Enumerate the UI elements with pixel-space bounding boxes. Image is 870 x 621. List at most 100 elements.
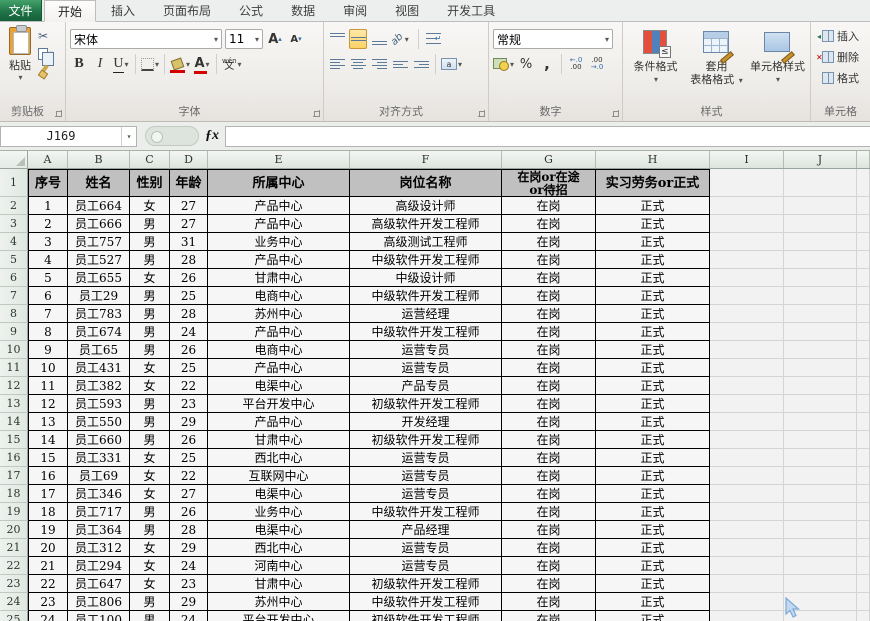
cell[interactable]: 产品中心 bbox=[208, 251, 350, 269]
empty-cell[interactable] bbox=[710, 323, 784, 341]
cell[interactable]: 女 bbox=[130, 575, 170, 593]
cell[interactable]: 运营专员 bbox=[350, 539, 502, 557]
increase-indent-button[interactable] bbox=[412, 54, 430, 74]
empty-cell[interactable] bbox=[784, 449, 857, 467]
empty-cell[interactable] bbox=[857, 233, 870, 251]
cell[interactable]: 29 bbox=[170, 413, 208, 431]
cell[interactable]: 男 bbox=[130, 287, 170, 305]
cell[interactable]: 21 bbox=[28, 557, 68, 575]
empty-cell[interactable] bbox=[784, 341, 857, 359]
cell[interactable]: 员工312 bbox=[68, 539, 130, 557]
cell[interactable]: 9 bbox=[28, 341, 68, 359]
cell[interactable]: 女 bbox=[130, 539, 170, 557]
cell[interactable]: 5 bbox=[28, 269, 68, 287]
cell[interactable]: 初级软件开发工程师 bbox=[350, 575, 502, 593]
empty-cell[interactable] bbox=[857, 341, 870, 359]
empty-cell[interactable] bbox=[710, 287, 784, 305]
empty-cell[interactable] bbox=[857, 251, 870, 269]
cell[interactable]: 运营专员 bbox=[350, 359, 502, 377]
cell[interactable]: 男 bbox=[130, 233, 170, 251]
cell[interactable]: 20 bbox=[28, 539, 68, 557]
cell[interactable]: 27 bbox=[170, 485, 208, 503]
column-header-I[interactable]: I bbox=[710, 151, 784, 168]
empty-cell[interactable] bbox=[784, 539, 857, 557]
cell[interactable]: 业务中心 bbox=[208, 503, 350, 521]
row-header-2[interactable]: 2 bbox=[0, 197, 28, 215]
name-box[interactable]: J169 ▾ bbox=[0, 126, 137, 147]
cell[interactable]: 男 bbox=[130, 611, 170, 621]
underline-button[interactable]: U▾ bbox=[112, 54, 130, 74]
name-box-dropdown-icon[interactable]: ▾ bbox=[121, 127, 136, 146]
cell[interactable]: 正式 bbox=[596, 593, 710, 611]
cell[interactable]: 25 bbox=[170, 449, 208, 467]
cell[interactable]: 产品经理 bbox=[350, 521, 502, 539]
cell[interactable]: 14 bbox=[28, 431, 68, 449]
empty-cell[interactable] bbox=[784, 413, 857, 431]
tab-页面布局[interactable]: 页面布局 bbox=[150, 0, 224, 21]
empty-cell[interactable] bbox=[857, 575, 870, 593]
empty-cell[interactable] bbox=[857, 467, 870, 485]
column-header-D[interactable]: D bbox=[170, 151, 208, 168]
cell[interactable]: 平台开发中心 bbox=[208, 395, 350, 413]
cell[interactable]: 产品中心 bbox=[208, 359, 350, 377]
cell[interactable]: 正式 bbox=[596, 575, 710, 593]
empty-cell[interactable] bbox=[710, 251, 784, 269]
row-header-8[interactable]: 8 bbox=[0, 305, 28, 323]
cell[interactable]: 在岗 bbox=[502, 287, 596, 305]
cell[interactable]: 27 bbox=[170, 197, 208, 215]
cell[interactable]: 产品中心 bbox=[208, 215, 350, 233]
conditional-formatting-button[interactable]: 条件格式▾ bbox=[625, 25, 686, 105]
cell[interactable]: 产品中心 bbox=[208, 413, 350, 431]
column-header-G[interactable]: G bbox=[502, 151, 596, 168]
empty-cell[interactable] bbox=[784, 251, 857, 269]
cell[interactable]: 员工527 bbox=[68, 251, 130, 269]
accounting-format-button[interactable]: ▾ bbox=[493, 54, 514, 74]
cell[interactable]: 正式 bbox=[596, 557, 710, 575]
empty-cell[interactable] bbox=[857, 485, 870, 503]
empty-cell[interactable] bbox=[710, 377, 784, 395]
cell[interactable]: 员工331 bbox=[68, 449, 130, 467]
tab-审阅[interactable]: 审阅 bbox=[330, 0, 380, 21]
cell[interactable]: 22 bbox=[28, 575, 68, 593]
empty-cell[interactable] bbox=[784, 467, 857, 485]
cell[interactable]: 正式 bbox=[596, 251, 710, 269]
empty-cell[interactable] bbox=[710, 413, 784, 431]
cell[interactable]: 正式 bbox=[596, 269, 710, 287]
cell[interactable]: 在岗 bbox=[502, 611, 596, 621]
cell[interactable]: 运营经理 bbox=[350, 305, 502, 323]
cell[interactable]: 在岗 bbox=[502, 251, 596, 269]
empty-cell[interactable] bbox=[710, 169, 784, 197]
cell[interactable]: 在岗 bbox=[502, 341, 596, 359]
cell[interactable]: 男 bbox=[130, 251, 170, 269]
empty-cell[interactable] bbox=[710, 197, 784, 215]
cell[interactable]: 在岗 bbox=[502, 521, 596, 539]
cell[interactable]: 男 bbox=[130, 341, 170, 359]
column-header-A[interactable]: A bbox=[28, 151, 68, 168]
cell[interactable]: 26 bbox=[170, 269, 208, 287]
select-all-corner[interactable] bbox=[0, 151, 28, 168]
cell[interactable]: 西北中心 bbox=[208, 539, 350, 557]
cell[interactable]: 在岗 bbox=[502, 485, 596, 503]
empty-cell[interactable] bbox=[710, 305, 784, 323]
cell[interactable]: 员工647 bbox=[68, 575, 130, 593]
empty-cell[interactable] bbox=[710, 215, 784, 233]
decrease-decimal-button[interactable]: .00→.0 bbox=[588, 54, 606, 74]
cell[interactable]: 正式 bbox=[596, 449, 710, 467]
cell[interactable]: 男 bbox=[130, 413, 170, 431]
row-header-6[interactable]: 6 bbox=[0, 269, 28, 287]
cell[interactable]: 24 bbox=[170, 611, 208, 621]
cell[interactable]: 女 bbox=[130, 449, 170, 467]
cell[interactable]: 甘肃中心 bbox=[208, 575, 350, 593]
cell[interactable]: 男 bbox=[130, 323, 170, 341]
empty-cell[interactable] bbox=[710, 611, 784, 621]
cell[interactable]: 正式 bbox=[596, 395, 710, 413]
cell[interactable]: 员工29 bbox=[68, 287, 130, 305]
tab-插入[interactable]: 插入 bbox=[98, 0, 148, 21]
cell[interactable]: 中级设计师 bbox=[350, 269, 502, 287]
empty-cell[interactable] bbox=[784, 323, 857, 341]
cell[interactable]: 员工757 bbox=[68, 233, 130, 251]
row-header-9[interactable]: 9 bbox=[0, 323, 28, 341]
cell-styles-button[interactable]: 单元格样式▾ bbox=[747, 25, 808, 105]
copy-button[interactable]: ▾ bbox=[38, 47, 53, 61]
row-header-21[interactable]: 21 bbox=[0, 539, 28, 557]
